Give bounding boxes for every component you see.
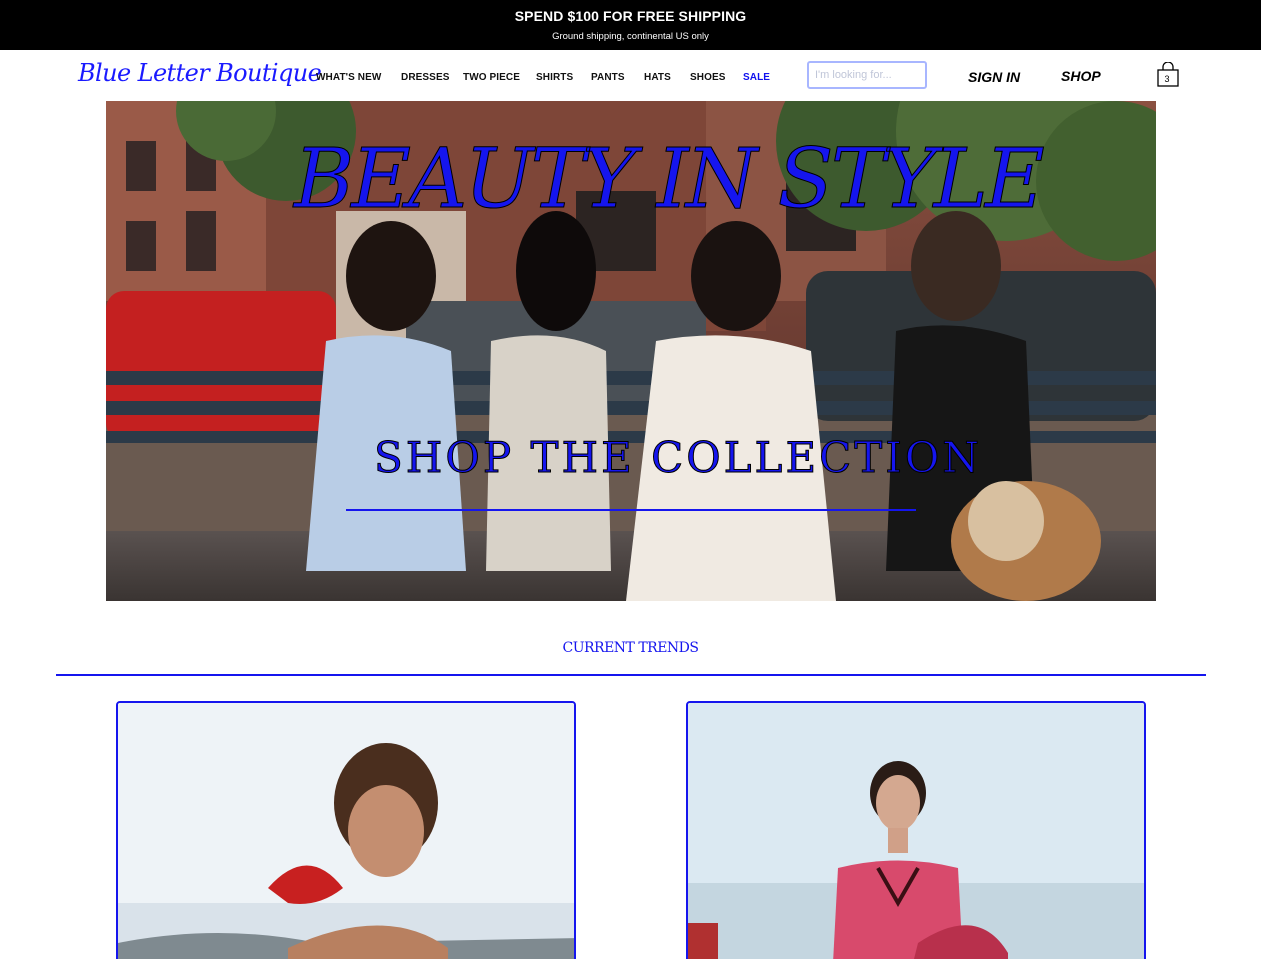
- trend-photo: [118, 703, 574, 959]
- nav-two-piece[interactable]: TWO PIECE: [463, 72, 520, 83]
- hero-divider: [346, 509, 916, 511]
- shop-collection-link[interactable]: SHOP THE COLLECTION: [373, 436, 982, 479]
- announcement-bar: SPEND $100 FOR FREE SHIPPING Ground ship…: [0, 0, 1261, 50]
- nav-dresses[interactable]: DRESSES: [401, 72, 450, 83]
- nav-pants[interactable]: PANTS: [591, 72, 625, 83]
- hero-title: BEAUTY IN STYLE: [294, 132, 1046, 227]
- site-header: Blue Letter Boutique WHAT'S NEW DRESSES …: [0, 50, 1261, 101]
- section-title: CURRENT TRENDS: [562, 640, 699, 656]
- trend-photo: [688, 703, 1144, 959]
- section-divider: [56, 674, 1206, 676]
- nav-hats[interactable]: HATS: [644, 72, 671, 83]
- shop-link[interactable]: SHOP: [1061, 68, 1101, 84]
- announcement-title: SPEND $100 FOR FREE SHIPPING: [514, 8, 747, 24]
- trend-card[interactable]: [686, 701, 1146, 959]
- announcement-subtitle: Ground shipping, continental US only: [552, 31, 709, 42]
- search-input[interactable]: [807, 61, 927, 89]
- site-logo[interactable]: Blue Letter Boutique: [78, 59, 322, 87]
- trend-card[interactable]: [116, 701, 576, 959]
- nav-shirts[interactable]: SHIRTS: [536, 72, 573, 83]
- nav-whats-new[interactable]: WHAT'S NEW: [316, 72, 381, 83]
- hero-banner[interactable]: BEAUTY IN STYLE SHOP THE COLLECTION: [106, 101, 1156, 601]
- nav-sale[interactable]: SALE: [743, 72, 770, 83]
- cart-button[interactable]: 3: [1157, 61, 1179, 88]
- nav-shoes[interactable]: SHOES: [690, 72, 726, 83]
- cart-count: 3: [1164, 74, 1170, 84]
- sign-in-link[interactable]: SIGN IN: [968, 69, 1020, 85]
